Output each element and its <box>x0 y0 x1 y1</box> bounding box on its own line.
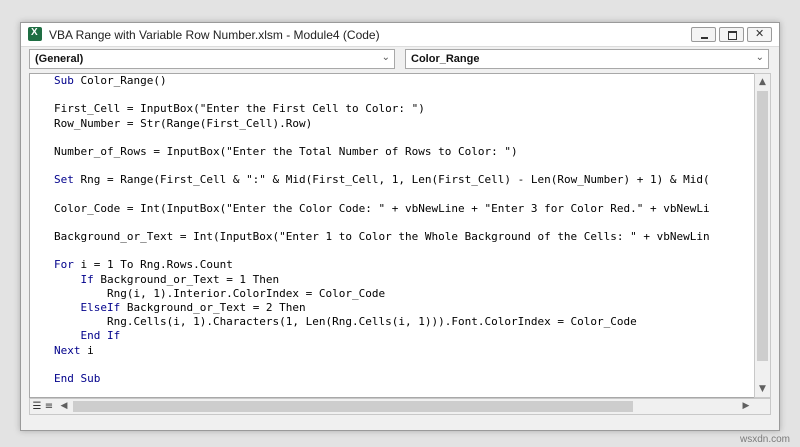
close-button[interactable] <box>747 27 772 42</box>
horizontal-scrollbar[interactable]: ◀ ▶ <box>57 399 753 414</box>
code-keyword: For <box>54 258 81 272</box>
code-line: Number_of_Rows = InputBox("Enter the Tot… <box>54 145 710 159</box>
code-line: Row_Number = Str(Range(First_Cell).Row) <box>54 117 710 131</box>
code-keyword: Sub <box>54 74 81 87</box>
code-text-segment: i = 1 To Rng.Rows.Count <box>80 258 233 272</box>
code-text-segment: Color_Range() <box>80 74 167 87</box>
scroll-up-icon[interactable]: ▲ <box>755 74 770 90</box>
procedure-dropdown-value: Color_Range <box>411 53 480 65</box>
code-line: Color_Code = Int(InputBox("Enter the Col… <box>54 202 710 216</box>
code-keyword: If <box>54 272 101 286</box>
code-line: If Background_or_Text = 1 Then <box>54 273 710 287</box>
code-line: Set Rng = Range(First_Cell & ":" & Mid(F… <box>54 173 710 187</box>
code-text-segment: i <box>87 343 94 357</box>
code-line: Rng.Cells(i, 1).Characters(1, Len(Rng.Ce… <box>54 315 710 329</box>
code-line: Next i <box>54 344 710 358</box>
code-text-segment: Background_or_Text = 1 Then <box>100 272 280 286</box>
code-text-segment: Rng(i, 1).Interior.ColorIndex = Color_Co… <box>54 286 386 300</box>
bottom-bar: ☰ ≡ ◀ ▶ <box>29 398 771 415</box>
code-text-segment: First_Cell = InputBox("Enter the First C… <box>54 102 425 116</box>
scroll-right-icon[interactable]: ▶ <box>739 399 753 414</box>
code-line: End Sub <box>54 372 710 386</box>
code-combos: (General) ⌄ Color_Range ⌄ <box>29 49 773 71</box>
minimize-button[interactable] <box>691 27 716 42</box>
code-line: First_Cell = InputBox("Enter the First C… <box>54 102 710 116</box>
code-text-segment: Background_or_Text = Int(InputBox("Enter… <box>54 230 710 244</box>
size-grip[interactable] <box>754 399 770 414</box>
procedure-dropdown[interactable]: Color_Range ⌄ <box>405 49 769 69</box>
scroll-left-icon[interactable]: ◀ <box>57 399 71 414</box>
full-module-view-icon[interactable]: ≡ <box>43 400 55 413</box>
code-line: Sub Color_Range() <box>54 74 710 88</box>
code-editor[interactable]: Sub Color_Range() First_Cell = InputBox("… <box>29 73 754 398</box>
maximize-button[interactable] <box>719 27 744 42</box>
code-window: VBA Range with Variable Row Number.xlsm … <box>20 22 780 431</box>
code-text-segment: Rng.Cells(i, 1).Characters(1, Len(Rng.Ce… <box>54 315 637 329</box>
code-keyword: End Sub <box>54 371 101 385</box>
watermark-text: wsxdn.com <box>739 434 790 445</box>
object-dropdown-value: (General) <box>35 53 84 65</box>
excel-icon <box>28 27 42 41</box>
procedure-view-icon[interactable]: ☰ <box>31 400 43 413</box>
code-keyword: Next <box>54 343 88 357</box>
vertical-scrollbar[interactable]: ▲ ▼ <box>754 73 771 398</box>
code-line: ElseIf Background_or_Text = 2 Then <box>54 301 710 315</box>
chevron-down-icon[interactable]: ⌄ <box>382 52 390 63</box>
code-text-segment: Background_or_Text = 2 Then <box>126 301 306 314</box>
code-text-segment: Number_of_Rows = InputBox("Enter the Tot… <box>54 144 518 158</box>
code-keyword: End If <box>54 329 121 343</box>
window-title: VBA Range with Variable Row Number.xlsm … <box>49 28 380 42</box>
code-line: For i = 1 To Rng.Rows.Count <box>54 258 710 272</box>
code-text: Sub Color_Range() First_Cell = InputBox("… <box>54 74 710 386</box>
chevron-down-icon[interactable]: ⌄ <box>756 52 764 63</box>
title-bar[interactable]: VBA Range with Variable Row Number.xlsm … <box>21 23 779 47</box>
code-line: Background_or_Text = Int(InputBox("Enter… <box>54 230 710 244</box>
vertical-scroll-thumb[interactable] <box>757 91 768 361</box>
scroll-down-icon[interactable]: ▼ <box>755 381 770 397</box>
code-text-segment: Color_Code = Int(InputBox("Enter the Col… <box>54 201 710 215</box>
object-dropdown[interactable]: (General) ⌄ <box>29 49 395 69</box>
window-controls <box>691 27 772 42</box>
horizontal-scroll-thumb[interactable] <box>73 401 633 412</box>
code-keyword: ElseIf <box>54 301 127 314</box>
code-keyword: Set <box>54 173 81 187</box>
code-text-segment: Rng = Range(First_Cell & ":" & Mid(First… <box>80 173 710 187</box>
code-line: End If <box>54 329 710 343</box>
code-line: Rng(i, 1).Interior.ColorIndex = Color_Co… <box>54 287 710 301</box>
code-text-segment: Row_Number = Str(Range(First_Cell).Row) <box>54 116 313 130</box>
